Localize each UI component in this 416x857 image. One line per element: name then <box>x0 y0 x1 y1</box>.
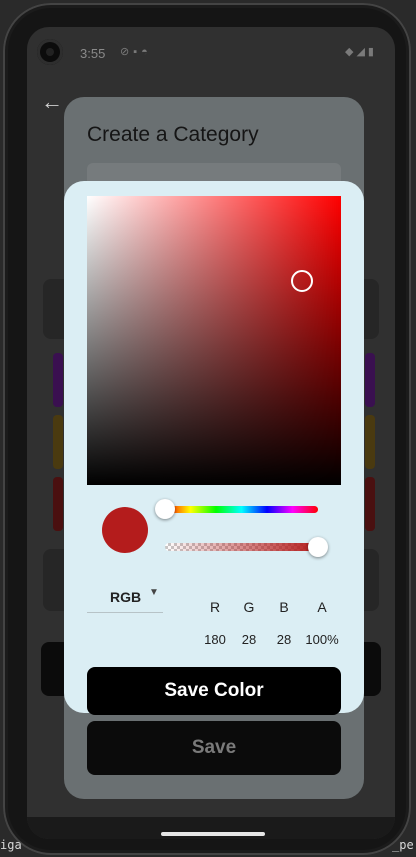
dropdown-caret-icon: ▼ <box>149 587 159 598</box>
channel-label: B <box>279 599 289 615</box>
alpha-slider-thumb[interactable] <box>308 537 328 557</box>
color-mode-value: RGB <box>110 589 142 605</box>
alpha-slider[interactable] <box>165 543 318 551</box>
dialog-title: Create a Category <box>87 123 259 146</box>
channel-b: B 28 <box>264 599 304 647</box>
status-bar: 3:55 ⊘▪◓ ◆◢▮ <box>27 27 395 77</box>
background-text-left: iga <box>0 838 22 852</box>
channel-label: G <box>243 599 255 615</box>
channel-value[interactable]: 100% <box>302 632 342 647</box>
channel-label: A <box>317 599 327 615</box>
hue-slider-thumb[interactable] <box>155 499 175 519</box>
app-screen: 3:55 ⊘▪◓ ◆◢▮ ← Create a Category Save RG… <box>27 27 395 839</box>
saturation-value-area[interactable] <box>87 196 341 485</box>
channel-value[interactable]: 28 <box>229 632 269 647</box>
selected-color-swatch <box>102 507 148 553</box>
background-color-strip <box>53 477 63 531</box>
background-color-strip <box>365 415 375 469</box>
background-color-strip <box>53 415 63 469</box>
background-text-right: _pe <box>392 838 414 852</box>
color-picker-dialog: RGB ▼ R 180 G 28 B 28 A 100% Save Color <box>64 181 364 715</box>
hue-slider[interactable] <box>165 506 318 513</box>
save-color-button[interactable]: Save Color <box>87 667 341 715</box>
save-button[interactable]: Save <box>87 721 341 775</box>
notification-icons: ⊘▪◓ <box>120 46 152 58</box>
status-time: 3:55 <box>80 46 106 61</box>
background-color-strip <box>365 353 375 407</box>
channel-g: G 28 <box>229 599 269 647</box>
back-arrow-icon[interactable]: ← <box>41 89 63 115</box>
channel-value[interactable]: 28 <box>264 632 304 647</box>
phone-body: 3:55 ⊘▪◓ ◆◢▮ ← Create a Category Save RG… <box>3 3 411 855</box>
home-indicator[interactable] <box>161 832 265 836</box>
color-mode-dropdown[interactable]: RGB ▼ <box>87 581 163 613</box>
device-frame: 3:55 ⊘▪◓ ◆◢▮ ← Create a Category Save RG… <box>0 0 416 857</box>
system-icons: ◆◢▮ <box>345 46 377 58</box>
front-camera <box>37 39 63 65</box>
saturation-value-handle[interactable] <box>291 270 313 292</box>
channel-a: A 100% <box>302 599 342 647</box>
background-color-strip <box>53 353 63 407</box>
background-color-strip <box>365 477 375 531</box>
